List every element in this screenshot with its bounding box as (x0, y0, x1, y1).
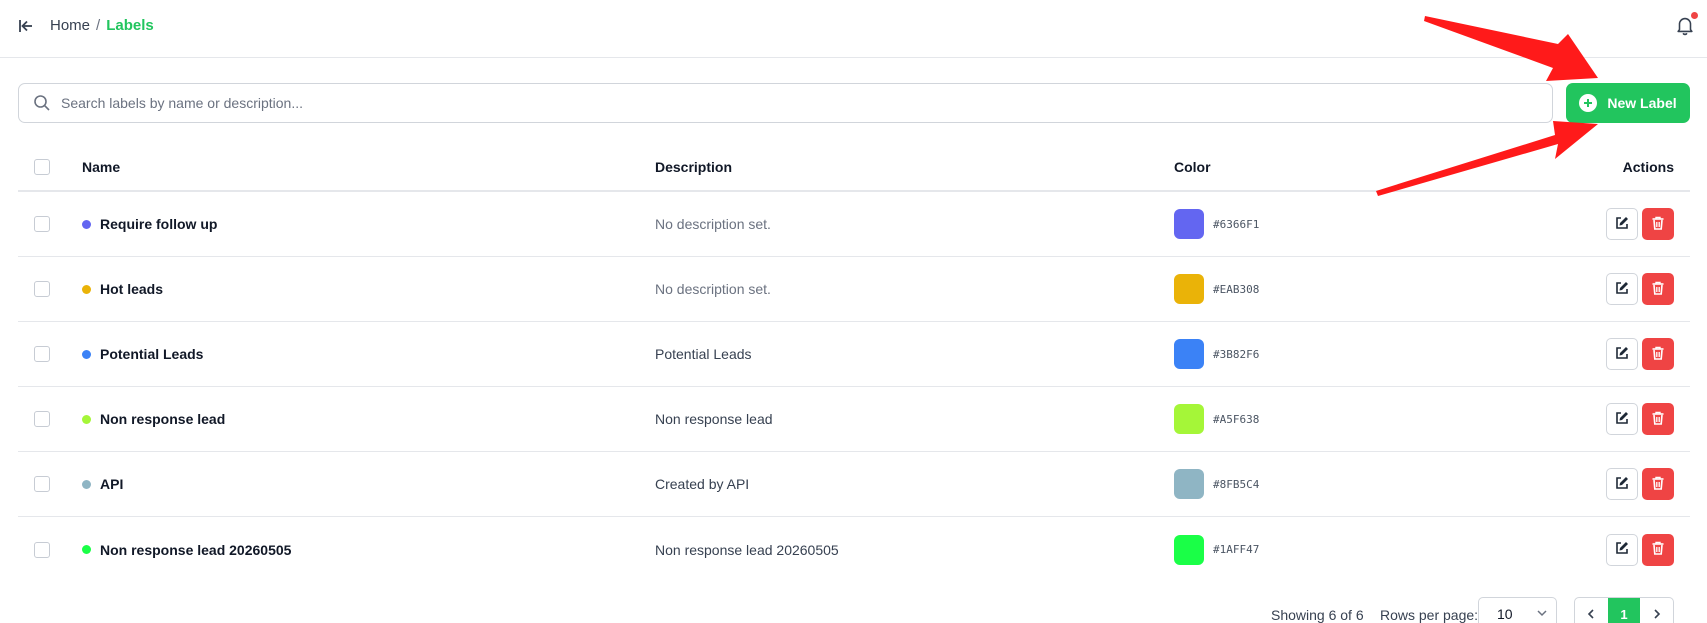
table-header: Name Description Color Actions (18, 144, 1690, 192)
edit-button[interactable] (1606, 533, 1638, 566)
breadcrumb-separator: / (96, 17, 101, 34)
table-row: Potential Leads Potential Leads #3B82F6 (18, 322, 1690, 387)
breadcrumb-current: Labels (106, 17, 154, 34)
new-label-button[interactable]: New Label (1566, 83, 1690, 123)
color-swatch (1174, 274, 1204, 304)
row-checkbox[interactable] (34, 411, 50, 427)
edit-icon (1614, 215, 1630, 234)
label-name: API (100, 476, 124, 492)
color-swatch (1174, 534, 1204, 565)
label-color-dot (82, 284, 91, 294)
edit-button[interactable] (1606, 208, 1638, 240)
color-hex: #8FB5C4 (1213, 477, 1260, 491)
chevron-left-icon[interactable] (1575, 598, 1608, 623)
pagination: 1 (1574, 597, 1674, 623)
label-color-dot (82, 545, 91, 554)
label-name: Non response lead 20260505 (100, 541, 292, 558)
label-color-dot (82, 349, 91, 359)
delete-button[interactable] (1642, 533, 1674, 566)
table-row: Hot leads No description set. #EAB308 (18, 257, 1690, 322)
chevron-down-icon (1536, 606, 1548, 622)
column-header-color[interactable]: Color (1174, 144, 1211, 190)
column-header-actions: Actions (1622, 159, 1674, 175)
rows-per-page-select[interactable]: 10 (1478, 597, 1557, 623)
search-icon (33, 94, 51, 112)
label-description: Potential Leads (655, 346, 752, 362)
column-header-name[interactable]: Name (82, 144, 120, 190)
delete-button[interactable] (1642, 468, 1674, 500)
color-swatch (1174, 469, 1204, 499)
label-description: Non response lead (655, 411, 773, 427)
trash-icon (1650, 540, 1666, 559)
table-body: Require follow up No description set. #636… (18, 192, 1690, 582)
rows-per-page-value: 10 (1497, 606, 1513, 622)
trash-icon (1650, 410, 1666, 429)
delete-button[interactable] (1642, 208, 1674, 240)
delete-button[interactable] (1642, 338, 1674, 370)
edit-button[interactable] (1606, 273, 1638, 305)
label-description: No description set. (655, 216, 771, 232)
page-button-current[interactable]: 1 (1607, 598, 1641, 623)
collapse-sidebar-icon[interactable] (16, 16, 36, 36)
label-description: Created by API (655, 476, 750, 492)
label-color-dot (82, 479, 91, 489)
trash-icon (1650, 475, 1666, 494)
trash-icon (1650, 215, 1666, 234)
edit-button[interactable] (1606, 403, 1638, 435)
label-color-dot (82, 414, 91, 424)
row-checkbox[interactable] (34, 541, 50, 558)
edit-icon (1614, 280, 1630, 299)
color-hex: #6366F1 (1213, 217, 1260, 231)
color-hex: #EAB308 (1213, 282, 1260, 296)
color-swatch (1174, 339, 1204, 369)
row-checkbox[interactable] (34, 216, 50, 232)
edit-icon (1614, 475, 1630, 494)
notification-dot (1691, 12, 1698, 19)
edit-button[interactable] (1606, 468, 1638, 500)
table-row: Non response lead 20260505 Non response l… (18, 517, 1690, 582)
color-hex: #A5F638 (1213, 412, 1260, 426)
label-name: Require follow up (100, 216, 218, 232)
label-description: No description set. (655, 281, 771, 297)
breadcrumb-home[interactable]: Home (50, 17, 90, 34)
search-box (18, 83, 1553, 123)
label-name: Hot leads (100, 281, 164, 297)
delete-button[interactable] (1642, 273, 1674, 305)
edit-icon (1614, 410, 1630, 429)
color-hex: #1AFF47 (1213, 543, 1260, 556)
table-row: Non response lead Non response lead #A5F63… (18, 387, 1690, 452)
trash-icon (1650, 280, 1666, 299)
rows-per-page-label: Rows per page: (1380, 607, 1479, 623)
new-label-button-label: New Label (1607, 95, 1677, 111)
label-name: Potential Leads (100, 346, 204, 362)
showing-count: Showing 6 of 6 (1271, 607, 1364, 623)
label-name: Non response lead (100, 411, 226, 427)
color-hex: #3B82F6 (1213, 347, 1260, 361)
table-row: Require follow up No description set. #636… (18, 192, 1690, 257)
edit-button[interactable] (1606, 338, 1638, 370)
table-row: API Created by API #8FB5C4 (18, 452, 1690, 517)
top-bar: Home / Labels (0, 0, 1707, 58)
edit-icon (1614, 540, 1630, 559)
label-color-dot (82, 219, 91, 229)
row-checkbox[interactable] (34, 476, 50, 492)
row-checkbox[interactable] (34, 346, 50, 362)
plus-circle-icon (1579, 94, 1598, 112)
color-swatch (1174, 404, 1204, 434)
label-description: Non response lead 20260505 (655, 541, 839, 558)
edit-icon (1614, 345, 1630, 364)
trash-icon (1650, 345, 1666, 364)
row-checkbox[interactable] (34, 281, 50, 297)
chevron-right-icon[interactable] (1640, 598, 1673, 623)
search-input[interactable] (61, 95, 1511, 111)
bell-icon[interactable] (1674, 12, 1698, 38)
select-all-checkbox[interactable] (34, 159, 50, 175)
breadcrumb: Home / Labels (50, 17, 154, 34)
color-swatch (1174, 209, 1204, 239)
labels-table: Name Description Color Actions Require f… (18, 144, 1690, 582)
pagination-footer: Showing 6 of 6 Rows per page: 10 1 (0, 597, 1707, 623)
column-header-description[interactable]: Description (655, 144, 732, 190)
delete-button[interactable] (1642, 403, 1674, 435)
